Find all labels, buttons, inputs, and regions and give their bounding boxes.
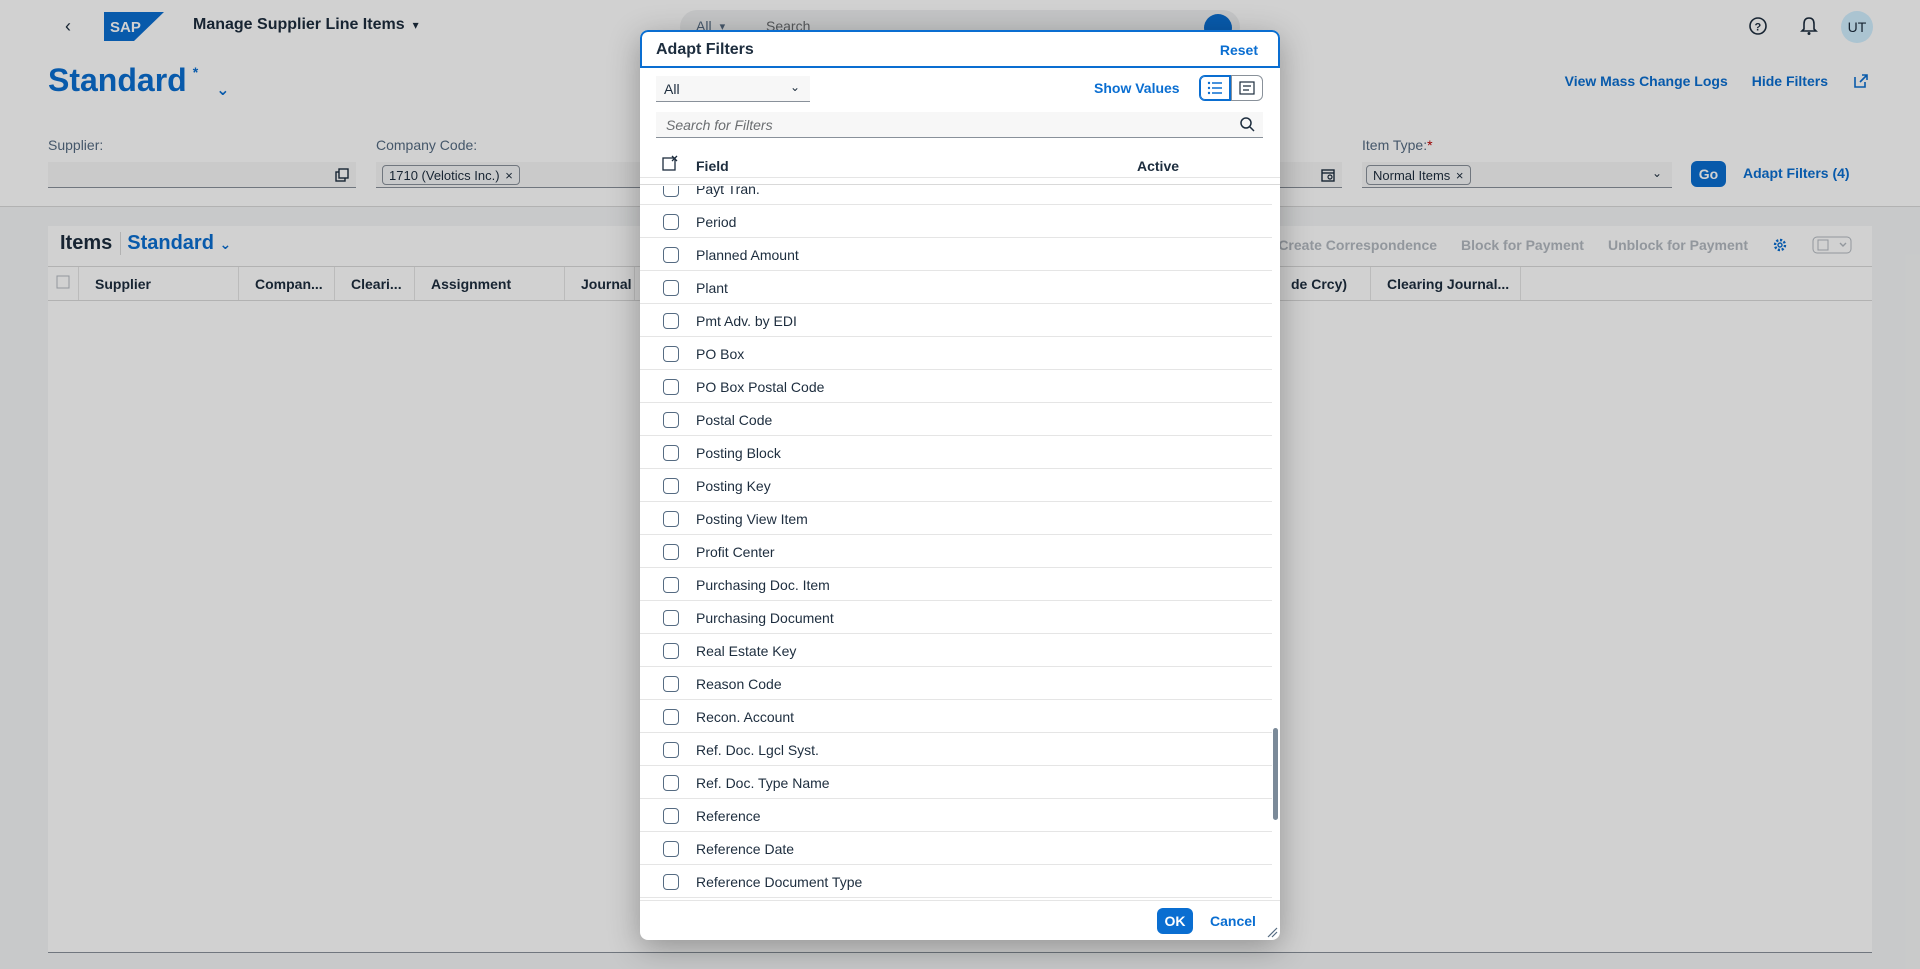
search-icon[interactable] bbox=[1239, 116, 1255, 132]
list-item[interactable]: Postal Code bbox=[640, 403, 1272, 436]
filter-scope-select[interactable]: All ⌄ bbox=[656, 76, 810, 102]
deselect-all-icon[interactable] bbox=[662, 155, 678, 171]
checkbox[interactable] bbox=[663, 709, 679, 725]
list-item-label: Real Estate Key bbox=[696, 643, 797, 659]
checkbox[interactable] bbox=[663, 379, 679, 395]
list-item[interactable]: Purchasing Document bbox=[640, 601, 1272, 634]
list-view-button[interactable] bbox=[1199, 75, 1231, 101]
list-item-label: PO Box Postal Code bbox=[696, 379, 825, 395]
list-item[interactable]: Real Estate Key bbox=[640, 634, 1272, 667]
list-item-label: Period bbox=[696, 214, 737, 230]
list-item-label: Postal Code bbox=[696, 412, 773, 428]
list-item-label: Ref. Doc. Type Name bbox=[696, 775, 830, 791]
checkbox[interactable] bbox=[663, 445, 679, 461]
list-item[interactable]: Reference bbox=[640, 799, 1272, 832]
filter-search-input[interactable]: Search for Filters bbox=[656, 112, 1263, 138]
list-icon bbox=[1207, 81, 1222, 95]
list-item[interactable]: PO Box Postal Code bbox=[640, 370, 1272, 403]
dialog-header: Adapt Filters Reset bbox=[640, 30, 1280, 68]
list-item-label: Plant bbox=[696, 280, 728, 296]
list-item[interactable]: Period bbox=[640, 205, 1272, 238]
list-item-label: Profit Center bbox=[696, 544, 775, 560]
list-item[interactable]: Reference Date bbox=[640, 832, 1272, 865]
list-item-label: Planned Amount bbox=[696, 247, 799, 263]
checkbox[interactable] bbox=[663, 478, 679, 494]
list-item[interactable]: Planned Amount bbox=[640, 238, 1272, 271]
resize-handle-icon[interactable] bbox=[1266, 926, 1278, 938]
list-item[interactable]: Pmt Adv. by EDI bbox=[640, 304, 1272, 337]
list-item-label: Reference bbox=[696, 808, 761, 824]
list-item-label: Pmt Adv. by EDI bbox=[696, 313, 797, 329]
checkbox[interactable] bbox=[663, 841, 679, 857]
view-toggle bbox=[1199, 75, 1263, 101]
checkbox[interactable] bbox=[663, 511, 679, 527]
filter-search-placeholder: Search for Filters bbox=[666, 117, 773, 133]
checkbox[interactable] bbox=[663, 742, 679, 758]
checkbox[interactable] bbox=[663, 214, 679, 230]
checkbox[interactable] bbox=[663, 610, 679, 626]
active-column-header: Active bbox=[1137, 158, 1180, 174]
dialog-footer: OK Cancel bbox=[640, 900, 1280, 940]
list-item-label: Posting Block bbox=[696, 445, 781, 461]
checkbox[interactable] bbox=[663, 643, 679, 659]
list-item-label: Ref. Doc. Lgcl Syst. bbox=[696, 742, 819, 758]
show-values-button[interactable]: Show Values bbox=[1094, 80, 1180, 96]
list-item[interactable]: Profit Center bbox=[640, 535, 1272, 568]
list-item[interactable]: Ref. Doc. Type Name bbox=[640, 766, 1272, 799]
filter-list: Payt Tran. Period Planned Amount Plant P… bbox=[640, 186, 1272, 900]
checkbox[interactable] bbox=[663, 874, 679, 890]
list-item-label: Posting Key bbox=[696, 478, 771, 494]
checkbox[interactable] bbox=[663, 775, 679, 791]
list-item[interactable]: Posting View Item bbox=[640, 502, 1272, 535]
list-item[interactable]: Posting Block bbox=[640, 436, 1272, 469]
checkbox[interactable] bbox=[663, 412, 679, 428]
list-item[interactable]: Plant bbox=[640, 271, 1272, 304]
checkbox[interactable] bbox=[663, 577, 679, 593]
field-column-header: Field bbox=[696, 158, 729, 174]
cancel-button[interactable]: Cancel bbox=[1210, 913, 1256, 929]
checkbox[interactable] bbox=[663, 346, 679, 362]
checkbox[interactable] bbox=[663, 186, 679, 197]
list-item-label: PO Box bbox=[696, 346, 745, 362]
list-item[interactable]: Reason Code bbox=[640, 667, 1272, 700]
list-item[interactable]: Purchasing Doc. Item bbox=[640, 568, 1272, 601]
list-item[interactable]: Ref. Doc. Lgcl Syst. bbox=[640, 733, 1272, 766]
list-item-label: Reason Code bbox=[696, 676, 782, 692]
checkbox[interactable] bbox=[663, 313, 679, 329]
list-item-label: Purchasing Doc. Item bbox=[696, 577, 830, 593]
checkbox[interactable] bbox=[663, 808, 679, 824]
list-item[interactable]: Payt Tran. bbox=[640, 186, 1272, 205]
checkbox[interactable] bbox=[663, 280, 679, 296]
scrollbar-thumb[interactable] bbox=[1273, 728, 1278, 820]
dialog-title: Adapt Filters bbox=[656, 41, 754, 58]
list-item-label: Recon. Account bbox=[696, 709, 795, 725]
filter-list-header: Field Active bbox=[640, 145, 1280, 185]
adapt-filters-dialog: Adapt Filters Reset All ⌄ Show Values Se… bbox=[640, 30, 1280, 940]
chevron-down-icon: ⌄ bbox=[789, 80, 800, 94]
reset-button[interactable]: Reset bbox=[1220, 42, 1258, 58]
list-item[interactable]: Recon. Account bbox=[640, 700, 1272, 733]
list-item[interactable]: PO Box bbox=[640, 337, 1272, 370]
list-item[interactable]: Posting Key bbox=[640, 469, 1272, 502]
scrollbar[interactable] bbox=[1272, 186, 1280, 900]
group-view-icon bbox=[1239, 81, 1255, 95]
list-item[interactable]: Reference Document Type bbox=[640, 865, 1272, 898]
list-item-label: Reference Date bbox=[696, 841, 795, 857]
list-item-label: Purchasing Document bbox=[696, 610, 834, 626]
ok-button[interactable]: OK bbox=[1157, 908, 1193, 934]
list-item-label: Reference Document Type bbox=[696, 874, 863, 890]
checkbox[interactable] bbox=[663, 247, 679, 263]
group-view-button[interactable] bbox=[1231, 75, 1263, 101]
filter-scope-value: All bbox=[664, 81, 680, 97]
list-item-label: Posting View Item bbox=[696, 511, 808, 527]
list-item-label: Payt Tran. bbox=[696, 186, 760, 197]
checkbox[interactable] bbox=[663, 544, 679, 560]
checkbox[interactable] bbox=[663, 676, 679, 692]
